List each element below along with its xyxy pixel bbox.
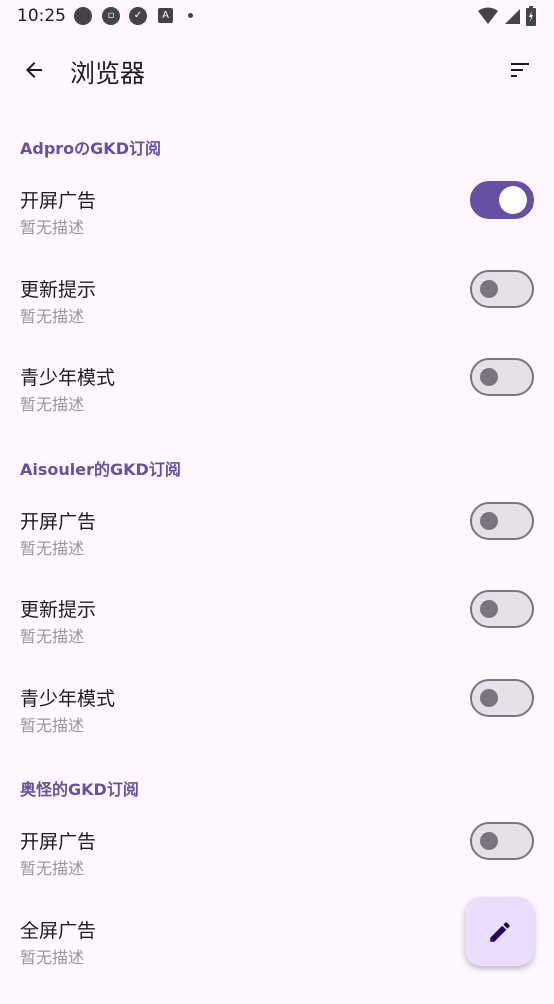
- group-header: Aisouler的GKD订阅: [20, 460, 181, 479]
- battery-icon: [526, 6, 536, 26]
- rule-title: 开屏广告: [20, 831, 97, 853]
- rule-toggle[interactable]: [470, 270, 534, 308]
- rule-toggle[interactable]: [470, 502, 534, 540]
- rule-description: 暂无描述: [20, 218, 85, 237]
- edit-fab-button[interactable]: [465, 897, 534, 966]
- toggle-thumb: [480, 832, 498, 850]
- text-a-icon: A: [158, 8, 173, 23]
- rule-title: 开屏广告: [20, 190, 97, 212]
- media-icon: ▫: [102, 7, 120, 25]
- toggle-thumb: [480, 689, 498, 707]
- rule-item[interactable]: 更新提示 暂无描述: [0, 270, 554, 363]
- group-header: 奥怪的GKD订阅: [20, 780, 139, 799]
- rule-title: 青少年模式: [20, 367, 116, 389]
- status-time: 10:25: [17, 6, 66, 26]
- rule-item[interactable]: 青少年模式 暂无描述: [0, 358, 554, 451]
- status-bar: 10:25 ▫ ✓ A: [0, 0, 554, 32]
- top-app-bar: 浏览器: [0, 40, 554, 100]
- toggle-thumb: [499, 186, 527, 214]
- rule-title: 更新提示: [20, 599, 97, 621]
- rule-description: 暂无描述: [20, 395, 85, 414]
- arrow-back-icon: [26, 62, 42, 78]
- notification-icon: [74, 7, 92, 25]
- toggle-thumb: [480, 368, 498, 386]
- toggle-thumb: [480, 600, 498, 618]
- toggle-thumb: [480, 512, 498, 530]
- edit-icon: [489, 921, 510, 942]
- sort-icon: [511, 63, 529, 77]
- rule-description: 暂无描述: [20, 859, 85, 878]
- more-notifications-icon: [188, 13, 193, 18]
- rule-description: 暂无描述: [20, 716, 85, 735]
- rule-description: 暂无描述: [20, 539, 85, 558]
- rule-title: 青少年模式: [20, 688, 116, 710]
- rule-description: 暂无描述: [20, 627, 85, 646]
- rule-item[interactable]: 更新提示 暂无描述: [0, 590, 554, 683]
- wifi-icon: [478, 7, 498, 24]
- back-button[interactable]: [14, 50, 54, 90]
- rule-toggle[interactable]: [470, 822, 534, 860]
- rule-item[interactable]: 开屏广告 暂无描述: [0, 181, 554, 274]
- rule-toggle[interactable]: [470, 181, 534, 219]
- rule-toggle[interactable]: [470, 358, 534, 396]
- rule-item[interactable]: 青少年模式 暂无描述: [0, 679, 554, 772]
- rule-toggle[interactable]: [470, 590, 534, 628]
- check-icon: ✓: [129, 7, 147, 25]
- status-indicators: [478, 6, 536, 26]
- rule-toggle[interactable]: [470, 679, 534, 717]
- rule-item[interactable]: 开屏广告 暂无描述: [0, 502, 554, 595]
- page-title: 浏览器: [70, 59, 146, 88]
- rule-description: 暂无描述: [20, 307, 85, 326]
- rule-title: 开屏广告: [20, 511, 97, 533]
- signal-icon: [505, 9, 520, 24]
- rule-title: 全屏广告: [20, 920, 97, 942]
- group-header: AdproのGKD订阅: [20, 139, 161, 158]
- sort-button[interactable]: [500, 50, 540, 90]
- rule-title: 更新提示: [20, 279, 97, 301]
- rule-description: 暂无描述: [20, 948, 85, 967]
- toggle-thumb: [480, 280, 498, 298]
